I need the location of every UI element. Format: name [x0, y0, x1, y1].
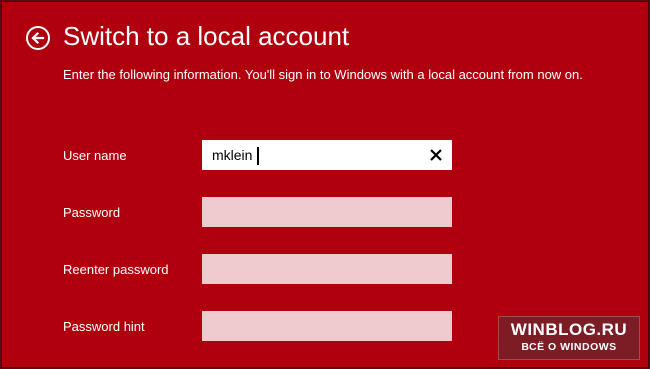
reenter-password-label: Reenter password: [63, 262, 169, 277]
page-title: Switch to a local account: [63, 21, 350, 51]
password-hint-label: Password hint: [63, 319, 145, 334]
watermark-title: WINBLOG.RU: [510, 320, 628, 339]
close-icon: [430, 149, 442, 161]
username-input[interactable]: [202, 140, 452, 170]
clear-button[interactable]: [428, 147, 444, 163]
password-input[interactable]: [202, 197, 452, 227]
reenter-password-input[interactable]: [202, 254, 452, 284]
text-caret: [257, 147, 259, 165]
back-button[interactable]: [26, 26, 50, 50]
account-dialog: Switch to a local account Enter the foll…: [1, 1, 649, 368]
username-label: User name: [63, 148, 127, 163]
back-arrow-icon: [31, 31, 45, 45]
password-hint-input[interactable]: [202, 311, 452, 341]
password-label: Password: [63, 205, 121, 220]
watermark-subtitle: ВСЁ О WINDOWS: [521, 341, 617, 353]
watermark-logo: WINBLOG.RU ВСЁ О WINDOWS: [498, 316, 640, 360]
page-subtitle: Enter the following information. You'll …: [63, 67, 583, 82]
